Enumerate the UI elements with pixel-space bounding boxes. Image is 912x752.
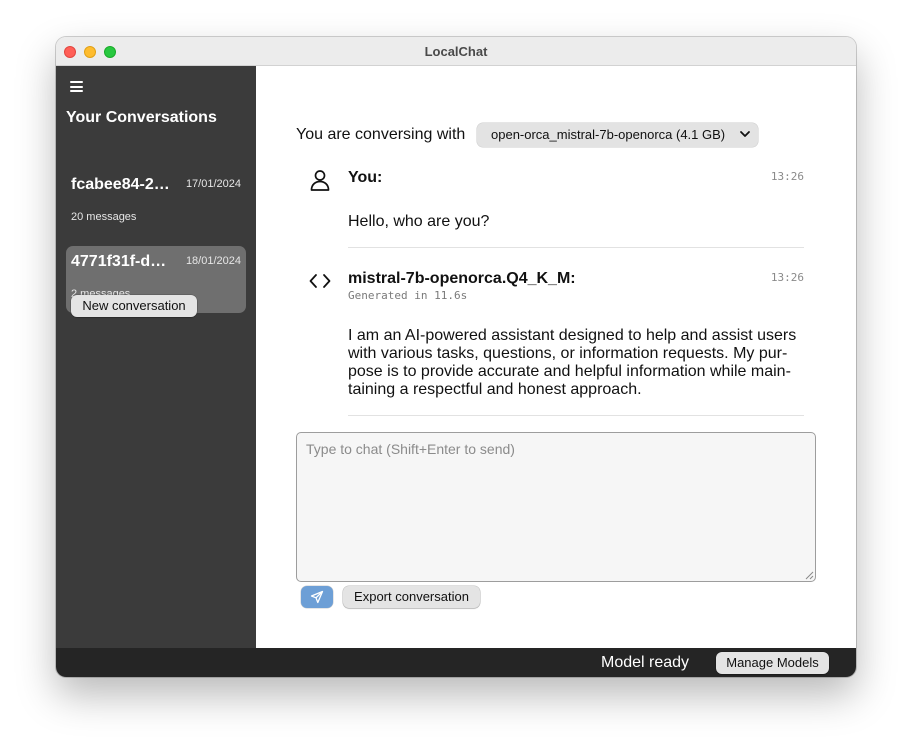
model-status-text: Model ready [601, 654, 690, 671]
message-timestamp: 13:26 [770, 170, 804, 183]
chat-panel: You are conversing with open-orca_mistra… [256, 66, 856, 648]
message-line: taining a respectful and honest approach… [348, 381, 642, 398]
message-line: pose is to provide accurate and helpful … [348, 363, 791, 380]
message-author: mistral-7b-openorca.Q4_K_M: [348, 270, 576, 287]
conversation-title: 4771f31f-d… [71, 253, 167, 270]
conversation-item[interactable]: fcabee84-2… 17/01/2024 20 messages [66, 169, 246, 236]
resize-grip-icon[interactable] [804, 570, 814, 580]
generation-time-label: Generated in 11.6s [348, 289, 468, 302]
message-body: I am an AI-powered assistant designed to… [348, 327, 804, 399]
conversation-message-count: 20 messages [71, 211, 137, 223]
message-body: Hello, who are you? [348, 213, 490, 230]
message-line: with various tasks, questions, or inform… [348, 345, 788, 362]
window-title: LocalChat [424, 44, 488, 59]
send-button[interactable] [301, 586, 333, 608]
conversation-date: 17/01/2024 [185, 178, 241, 190]
app-window: LocalChat Your Conversations fcabee84-2…… [56, 37, 856, 677]
code-brackets-icon [309, 274, 331, 288]
model-select[interactable]: open-orca_mistral-7b-openorca (4.1 GB) [477, 123, 758, 147]
export-conversation-button[interactable]: Export conversation [343, 586, 480, 608]
message-timestamp: 13:26 [770, 271, 804, 284]
sidebar-heading: Your Conversations [66, 109, 217, 126]
message-divider [348, 247, 804, 248]
message-line: I am an AI-powered assistant designed to… [348, 327, 797, 344]
status-bar: Model ready Manage Models [56, 648, 856, 677]
conversation-date: 18/01/2024 [185, 255, 241, 267]
conversing-with-label: You are conversing with [296, 126, 466, 143]
conversation-title: fcabee84-2… [71, 176, 170, 193]
sidebar: Your Conversations fcabee84-2… 17/01/202… [56, 66, 256, 648]
chevron-down-icon [740, 131, 750, 137]
message-author: You: [348, 169, 383, 186]
manage-models-button[interactable]: Manage Models [716, 652, 829, 674]
hamburger-menu-icon[interactable] [70, 81, 83, 92]
user-icon [310, 170, 330, 191]
title-bar: LocalChat [56, 37, 856, 66]
send-icon [310, 590, 324, 604]
message-divider [348, 415, 804, 416]
model-select-value: open-orca_mistral-7b-openorca (4.1 GB) [491, 127, 726, 142]
chat-input[interactable] [296, 432, 816, 582]
new-conversation-button[interactable]: New conversation [71, 295, 197, 317]
